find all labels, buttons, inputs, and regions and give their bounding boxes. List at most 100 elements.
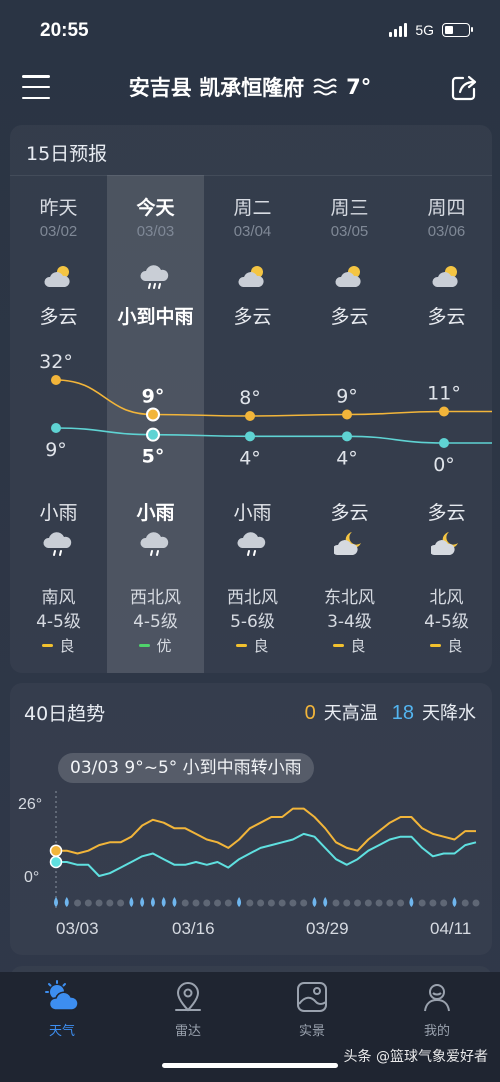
low-temp-line xyxy=(55,427,492,444)
dry-day-dot xyxy=(257,899,265,907)
high-temp-label: 11° xyxy=(427,383,461,405)
dry-day-dot xyxy=(343,899,351,907)
live-scene-icon xyxy=(297,982,327,1012)
rain-drop-icon xyxy=(409,897,414,907)
status-time: 20:55 xyxy=(40,20,89,41)
rain-drop-icon xyxy=(64,897,69,907)
watermark: 头条 @篮球气象爱好者 xyxy=(343,1049,488,1065)
low-temp-point xyxy=(342,431,352,442)
tab-weather[interactable]: 天气 xyxy=(12,980,112,1039)
dry-day-dot xyxy=(375,899,383,907)
rain-drop-icon xyxy=(323,897,328,907)
trend-date-label: 04/11 xyxy=(430,919,472,938)
rain-drop-icon xyxy=(452,897,457,907)
network-type: 5G xyxy=(415,22,434,38)
dry-day-dot xyxy=(386,899,394,907)
low-temp-point xyxy=(439,438,449,448)
signal-icon xyxy=(389,23,408,37)
y-axis-label-top: 26° xyxy=(18,796,42,813)
low-temp-point xyxy=(51,423,61,433)
tab-profile[interactable]: 我的 xyxy=(387,980,487,1039)
y-axis-label-bottom: 0° xyxy=(24,869,39,886)
current-temperature: 7° xyxy=(346,75,372,99)
location-name: 安吉县 凯承恒隆府 xyxy=(128,76,305,100)
dry-day-dot xyxy=(74,899,82,907)
trend-date-label: 03/03 xyxy=(56,919,99,938)
rain-drop-icon xyxy=(312,897,317,907)
low-temp-point xyxy=(245,431,255,442)
battery-icon xyxy=(442,23,473,37)
trend-chart[interactable]: 26° 0° xyxy=(10,683,492,955)
header-title[interactable]: 安吉县 凯承恒隆府 7° xyxy=(0,72,500,102)
dry-day-dot xyxy=(440,899,448,907)
low-temp-point xyxy=(146,427,160,442)
trend-date-label: 03/29 xyxy=(306,919,349,938)
tab-label: 天气 xyxy=(48,1024,75,1039)
dry-day-dot xyxy=(117,899,125,907)
status-indicators: 5G xyxy=(389,22,473,38)
high-temp-label: 9° xyxy=(142,386,165,408)
tab-radar[interactable]: 雷达 xyxy=(138,980,238,1039)
low-trend-line xyxy=(56,832,477,877)
dry-day-dot xyxy=(278,899,286,907)
low-trend-marker xyxy=(49,855,63,869)
status-bar: 20:55 5G xyxy=(0,0,500,60)
high-temp-point xyxy=(439,406,449,417)
high-temp-point xyxy=(146,407,160,422)
high-temp-point xyxy=(51,375,61,385)
dry-day-dot xyxy=(461,899,469,907)
dry-day-dot xyxy=(354,899,362,907)
dry-day-dot xyxy=(289,899,297,907)
dry-day-dot xyxy=(203,899,211,907)
low-temp-label: 0° xyxy=(433,454,455,476)
forecast-card: 15日预报 昨天 03/02 多云 小雨 南风 4-5级良今天 03/03 小到中雨 小雨 西北风… xyxy=(10,125,492,673)
high-trend-marker xyxy=(49,844,63,857)
dry-day-dot xyxy=(397,899,405,907)
dry-day-dot xyxy=(224,899,232,907)
trend-card[interactable]: 40日趋势 0 天高温 18 天降水 03/03 9°~5° 小到中雨转小雨 2… xyxy=(10,683,492,955)
low-temp-label: 4° xyxy=(239,447,261,469)
dry-day-dot xyxy=(95,899,103,907)
haze-icon xyxy=(313,78,337,96)
weather-tab-icon xyxy=(45,980,79,1011)
temperature-chart: 32° 9° 9° 5° 8° 4° 9° 4° 11° 0° xyxy=(39,351,492,476)
trend-date-label: 03/16 xyxy=(172,919,215,938)
rain-drop-icon xyxy=(172,897,177,907)
low-temp-label: 4° xyxy=(336,447,358,469)
low-temp-label: 5° xyxy=(142,446,165,468)
dry-day-dot xyxy=(214,899,222,907)
high-temp-label: 32° xyxy=(39,351,73,373)
dry-day-dot xyxy=(472,899,480,907)
dry-day-dot xyxy=(181,899,189,907)
radar-location-icon xyxy=(175,982,201,1012)
dry-day-dot xyxy=(332,899,340,907)
share-icon[interactable] xyxy=(450,74,478,102)
rain-drop-icon xyxy=(54,897,58,907)
dry-day-dot xyxy=(246,899,254,907)
dry-day-dot xyxy=(429,899,437,907)
tab-live-scene[interactable]: 实景 xyxy=(262,980,362,1039)
dry-day-dot xyxy=(418,899,426,907)
rain-drop-icon xyxy=(237,897,242,907)
home-indicator xyxy=(162,1063,338,1068)
tab-label: 雷达 xyxy=(174,1024,201,1039)
rain-drop-icon xyxy=(140,897,145,907)
tab-label: 实景 xyxy=(298,1024,325,1039)
dry-day-dot xyxy=(106,899,114,907)
dry-day-dot xyxy=(267,899,275,907)
dry-day-dot xyxy=(192,899,200,907)
low-temp-label: 9° xyxy=(45,439,67,461)
high-temp-label: 9° xyxy=(336,386,358,408)
high-temp-point xyxy=(342,409,352,420)
rain-drop-icon xyxy=(161,897,166,907)
tab-label: 我的 xyxy=(423,1024,450,1039)
high-temp-point xyxy=(245,411,255,421)
dry-day-dot xyxy=(364,899,372,907)
profile-icon xyxy=(424,984,450,1012)
app-header: 安吉县 凯承恒隆府 7° xyxy=(0,62,500,114)
rain-drop-icon xyxy=(129,897,134,907)
dry-day-dot xyxy=(84,899,92,907)
dry-day-dot xyxy=(300,899,308,907)
rain-drop-icon xyxy=(150,897,155,907)
high-temp-label: 8° xyxy=(239,387,261,409)
